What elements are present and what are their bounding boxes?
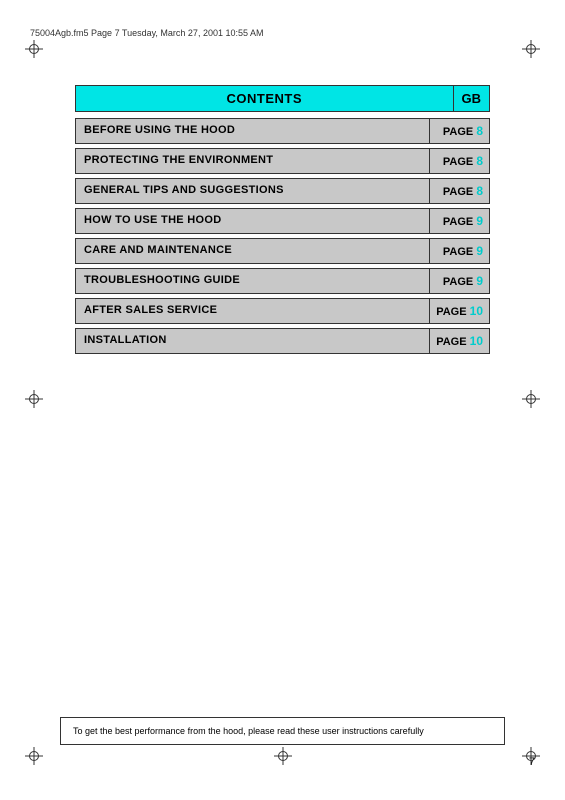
toc-title-4: CARE AND MAINTENANCE: [76, 239, 429, 263]
crosshair-bot-right: [522, 747, 540, 765]
crosshair-bot-left: [25, 747, 43, 765]
toc-title-7: INSTALLATION: [76, 329, 429, 353]
toc-row-4: CARE AND MAINTENANCE PAGE 9: [75, 238, 490, 264]
header-bar: 75004Agb.fm5 Page 7 Tuesday, March 27, 2…: [30, 28, 535, 38]
title-row: CONTENTS GB: [75, 85, 490, 112]
toc-row-6: AFTER SALES SERVICE PAGE 10: [75, 298, 490, 324]
toc-page-5: PAGE 9: [429, 269, 489, 293]
toc-title-1: PROTECTING THE ENVIRONMENT: [76, 149, 429, 173]
toc-title-0: BEFORE USING THE HOOD: [76, 119, 429, 143]
crosshair-top-left: [25, 40, 43, 58]
toc-page-1: PAGE 8: [429, 149, 489, 173]
crosshair-bot-mid: [274, 747, 292, 765]
toc-title-3: HOW TO USE THE HOOD: [76, 209, 429, 233]
toc-row-3: HOW TO USE THE HOOD PAGE 9: [75, 208, 490, 234]
contents-title: CONTENTS: [75, 85, 454, 112]
content-area: CONTENTS GB BEFORE USING THE HOOD PAGE 8…: [75, 85, 490, 358]
toc-page-0: PAGE 8: [429, 119, 489, 143]
bottom-note: To get the best performance from the hoo…: [60, 717, 505, 745]
toc-row-7: INSTALLATION PAGE 10: [75, 328, 490, 354]
toc-row-5: TROUBLESHOOTING GUIDE PAGE 9: [75, 268, 490, 294]
toc-title-5: TROUBLESHOOTING GUIDE: [76, 269, 429, 293]
toc-page-2: PAGE 8: [429, 179, 489, 203]
toc-row-2: GENERAL TIPS AND SUGGESTIONS PAGE 8: [75, 178, 490, 204]
gb-label: GB: [454, 85, 491, 112]
bottom-note-text: To get the best performance from the hoo…: [73, 726, 424, 736]
page: 75004Agb.fm5 Page 7 Tuesday, March 27, 2…: [0, 0, 565, 800]
toc-page-3: PAGE 9: [429, 209, 489, 233]
toc-title-2: GENERAL TIPS AND SUGGESTIONS: [76, 179, 429, 203]
toc-title-6: AFTER SALES SERVICE: [76, 299, 429, 323]
crosshair-mid-left: [25, 390, 43, 408]
toc-page-7: PAGE 10: [429, 329, 489, 353]
toc-page-6: PAGE 10: [429, 299, 489, 323]
crosshair-mid-right: [522, 390, 540, 408]
file-info: 75004Agb.fm5 Page 7 Tuesday, March 27, 2…: [30, 28, 264, 38]
toc-page-4: PAGE 9: [429, 239, 489, 263]
crosshair-top-right: [522, 40, 540, 58]
toc-row-0: BEFORE USING THE HOOD PAGE 8: [75, 118, 490, 144]
toc-row-1: PROTECTING THE ENVIRONMENT PAGE 8: [75, 148, 490, 174]
